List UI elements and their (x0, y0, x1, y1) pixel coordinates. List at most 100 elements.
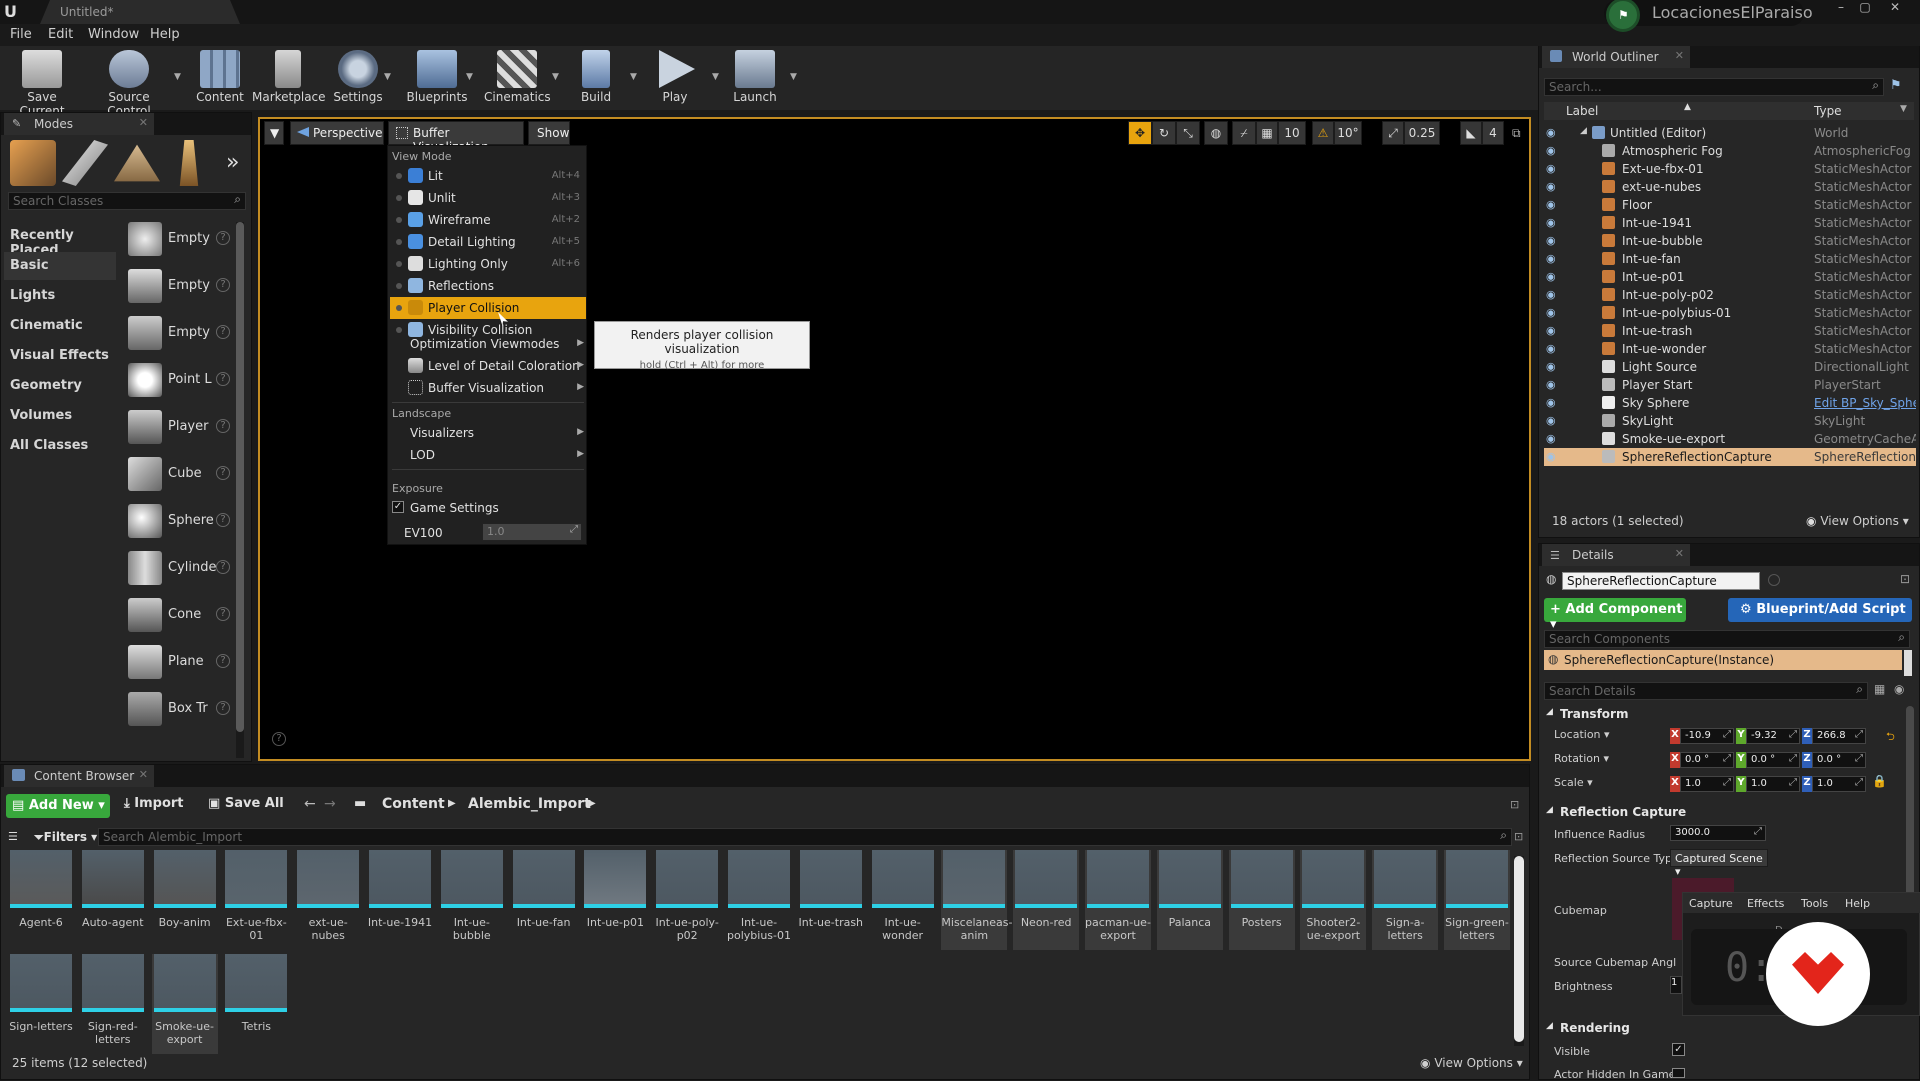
asset-tile[interactable]: Int-ue-fan (511, 850, 577, 950)
menu-lod[interactable]: LOD ▶ (390, 444, 586, 466)
scale-z-field[interactable]: 1.0 ⤢ (1812, 776, 1866, 792)
reflection-capture-section[interactable]: ◢ Reflection Capture (1544, 802, 1904, 822)
visibility-eye-icon[interactable]: ◉ (1546, 378, 1556, 391)
rotation-z-field[interactable]: 0.0 ° ⤢ (1812, 752, 1866, 768)
ev100-field[interactable]: 1.0 ⤢ (482, 523, 582, 541)
outliner-add-filter-icon[interactable]: ⚑ (1890, 78, 1908, 96)
help-icon[interactable]: ? (216, 325, 230, 339)
visibility-filter-icon[interactable]: ◉ (1894, 682, 1904, 696)
help-icon[interactable]: ? (216, 419, 230, 433)
scale-lock-icon[interactable]: 🔒 (1872, 774, 1887, 788)
camera-speed-value[interactable]: 4 (1482, 121, 1504, 145)
view-mode-detail-lighting[interactable]: Detail Lighting Alt+5 (390, 231, 586, 253)
place-item-8[interactable]: Cone? (124, 594, 236, 638)
modes-scrollbar[interactable] (236, 222, 244, 758)
content-scrollbar[interactable] (1514, 856, 1524, 1046)
asset-tile[interactable]: Shooter2-ue-export (1300, 850, 1367, 950)
location-y-field[interactable]: -9.32 ⤢ (1746, 728, 1800, 744)
mode-category-geometry[interactable]: Geometry (4, 372, 116, 400)
mode-category-recently-placed[interactable]: Recently Placed (4, 222, 116, 258)
influence-radius-field[interactable]: 3000.0 ⤢ (1670, 825, 1766, 841)
view-mode-lighting-only[interactable]: Lighting Only Alt+6 (390, 253, 586, 275)
rotation-y-field[interactable]: 0.0 ° ⤢ (1746, 752, 1800, 768)
grid-snap-icon[interactable]: ▦ (1256, 121, 1278, 145)
mode-category-volumes[interactable]: Volumes (4, 402, 116, 430)
blueprint-add-script-button[interactable]: ⚙ Blueprint/Add Script (1728, 598, 1912, 622)
capture-menu-help[interactable]: Help (1845, 897, 1870, 910)
play-button[interactable]: Play (650, 48, 700, 108)
menu-visualizers[interactable]: Visualizers ▶ (390, 422, 586, 444)
capture-menu-tools[interactable]: Tools (1801, 897, 1828, 910)
capture-menu-effects[interactable]: Effects (1747, 897, 1784, 910)
outliner-row[interactable]: ◉ SkyLight SkyLight (1544, 412, 1916, 430)
marketplace-button[interactable]: Marketplace (252, 48, 326, 108)
mode-category-lights[interactable]: Lights (4, 282, 116, 310)
asset-tile[interactable]: Boy-anim (152, 850, 218, 950)
help-icon[interactable]: ? (216, 372, 230, 386)
place-item-10[interactable]: Box Tr? (124, 688, 236, 732)
asset-tile[interactable]: Int-ue-p01 (582, 850, 648, 950)
menu-edit[interactable]: Edit (48, 27, 73, 42)
close-tab-icon[interactable]: ✕ (1675, 547, 1684, 560)
location-x-field[interactable]: -10.9 ⤢ (1680, 728, 1734, 744)
asset-tile[interactable]: ext-ue-nubes (295, 850, 361, 950)
world-local-icon[interactable]: ◍ (1204, 121, 1228, 145)
visibility-eye-icon[interactable]: ◉ (1546, 432, 1556, 445)
mode-category-basic[interactable]: Basic (4, 252, 116, 280)
outliner-row[interactable]: ◉ SphereReflectionCapture SphereReflection… (1544, 448, 1916, 466)
asset-tile[interactable]: Sign-red-letters (80, 954, 146, 1054)
asset-tile[interactable]: Int-ue-bubble (439, 850, 505, 950)
outliner-row[interactable]: ◉ Int-ue-1941 StaticMeshActor (1544, 214, 1916, 232)
add-new-button[interactable]: ▤ Add New ▾ (6, 794, 110, 818)
place-item-5[interactable]: Cube? (124, 453, 236, 497)
visibility-eye-icon[interactable]: ◉ (1546, 396, 1556, 409)
close-tab-icon[interactable]: ✕ (139, 116, 148, 129)
outliner-row[interactable]: ◉ Smoke-ue-export GeometryCacheAc (1544, 430, 1916, 448)
outliner-row-type[interactable]: Edit BP_Sky_Sphe (1814, 396, 1916, 410)
asset-tile[interactable]: Int-ue-polybius-01 (726, 850, 792, 950)
breadcrumb-alembic-import[interactable]: Alembic_Import (468, 796, 591, 812)
source-control-dropdown-icon[interactable]: ▼ (174, 72, 181, 82)
actor-hidden-checkbox[interactable] (1672, 1068, 1685, 1078)
cinematics-button[interactable]: Cinematics (484, 48, 551, 108)
game-settings-checkbox[interactable]: ✓ (392, 501, 404, 513)
collapse-arrow-icon[interactable]: ◢ (1580, 126, 1587, 136)
asset-tile[interactable]: Smoke-ue-export (151, 954, 218, 1054)
menu-buffer-visualization[interactable]: Buffer Visualization ▶ (390, 377, 586, 399)
capture-menu-capture[interactable]: Capture (1689, 897, 1733, 910)
build-dropdown-icon[interactable]: ▼ (630, 72, 637, 82)
visible-checkbox[interactable]: ✓ (1672, 1043, 1685, 1056)
help-icon[interactable]: ? (216, 607, 230, 621)
content-button[interactable]: Content (192, 48, 248, 108)
asset-tile[interactable]: Int-ue-trash (798, 850, 864, 950)
help-icon[interactable]: ? (216, 278, 230, 292)
location-z-field[interactable]: 266.8 ⤢ (1812, 728, 1866, 744)
content-lock-icon[interactable]: ⊡ (1510, 798, 1519, 811)
place-item-6[interactable]: Sphere? (124, 500, 236, 544)
maximize-viewport-icon[interactable]: ⧉ (1512, 126, 1521, 141)
help-icon[interactable]: ? (216, 466, 230, 480)
scale-snap-icon[interactable]: ⤢ (1382, 121, 1404, 145)
outliner-row[interactable]: ◉ Int-ue-trash StaticMeshActor (1544, 322, 1916, 340)
help-icon[interactable]: ? (216, 231, 230, 245)
asset-tile[interactable]: Auto-agent (80, 850, 146, 950)
translate-tool-icon[interactable]: ✥ (1128, 121, 1152, 145)
col-label[interactable]: Label (1566, 104, 1598, 118)
play-dropdown-icon[interactable]: ▼ (712, 72, 719, 82)
settings-dropdown-icon[interactable]: ▼ (384, 72, 391, 82)
world-outliner-tab[interactable]: World Outliner ✕ (1542, 46, 1690, 68)
mode-category-all-classes[interactable]: All Classes (4, 432, 116, 460)
actor-lock-icon[interactable] (1768, 574, 1780, 586)
settings-button[interactable]: Settings (330, 48, 386, 108)
menu-file[interactable]: File (10, 27, 32, 42)
view-mode-button[interactable]: Buffer Visualization (388, 121, 524, 154)
source-control-button[interactable]: Source Control (86, 48, 172, 118)
menu-lod-coloration[interactable]: Level of Detail Coloration ▶ (390, 355, 586, 377)
outliner-row[interactable]: ◉ Int-ue-polybius-01 StaticMeshActor (1544, 304, 1916, 322)
blueprints-dropdown-icon[interactable]: ▼ (466, 72, 473, 82)
outliner-row[interactable]: ◉ Int-ue-bubble StaticMeshActor (1544, 232, 1916, 250)
visibility-eye-icon[interactable]: ◉ (1546, 234, 1556, 247)
visibility-eye-icon[interactable]: ◉ (1546, 270, 1556, 283)
outliner-row[interactable]: ◉ Atmospheric Fog AtmosphericFog (1544, 142, 1916, 160)
modes-tab[interactable]: Modes ✕ (4, 113, 154, 135)
